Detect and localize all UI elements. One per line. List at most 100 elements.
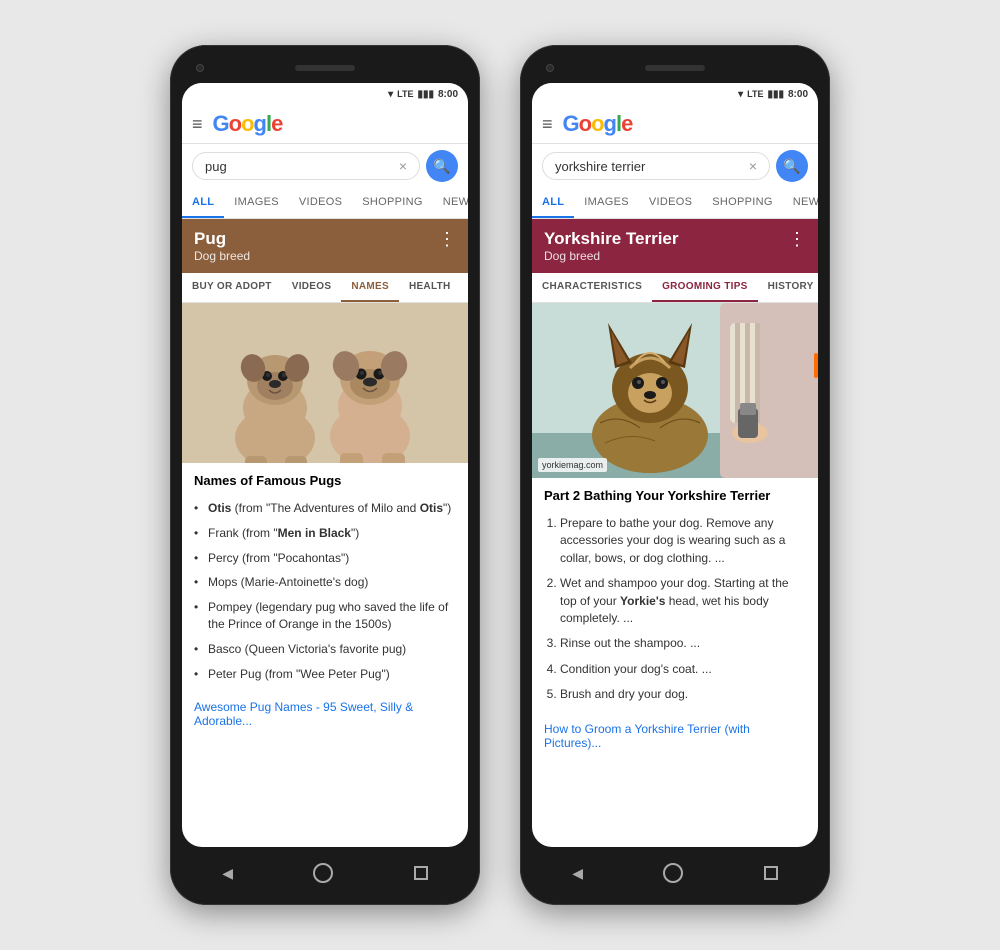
list-item: Mops (Marie-Antoinette's dog) xyxy=(194,570,456,595)
scroll-indicator-2 xyxy=(814,353,818,378)
main-tabs-1: ALL IMAGES VIDEOS SHOPPING NEWS MA xyxy=(182,188,468,219)
recents-button-1[interactable] xyxy=(414,866,428,880)
phone-2-camera xyxy=(546,64,554,72)
tab-images-1[interactable]: IMAGES xyxy=(224,188,289,218)
phone-1: ▾ LTE ▮▮▮ 8:00 ≡ Google pug × xyxy=(170,45,480,905)
kp-tab-health-1[interactable]: HEALTH xyxy=(399,273,461,302)
bottom-link-2[interactable]: How to Groom a Yorkshire Terrier (with P… xyxy=(532,718,818,754)
names-list: Otis (from "The Adventures of Milo and O… xyxy=(194,496,456,686)
names-section-title: Names of Famous Pugs xyxy=(194,473,456,488)
search-bar-2: yorkshire terrier × 🔍 xyxy=(532,144,818,188)
search-query-2: yorkshire terrier xyxy=(555,159,645,174)
status-bar-1: ▾ LTE ▮▮▮ 8:00 xyxy=(182,83,468,105)
kp-title-2: Yorkshire Terrier xyxy=(544,229,679,249)
time-2: 8:00 xyxy=(788,89,808,100)
list-item: Pompey (legendary pug who saved the life… xyxy=(194,595,456,637)
google-header-2: ≡ Google xyxy=(532,105,818,144)
names-section: Names of Famous Pugs Otis (from "The Adv… xyxy=(182,463,468,696)
kp-tab-buy-1[interactable]: BUY OR ADOPT xyxy=(182,273,282,302)
phone-2-top-bar xyxy=(532,57,818,79)
google-header-1: ≡ Google xyxy=(182,105,468,144)
kp-tab-videos-1[interactable]: VIDEOS xyxy=(282,273,342,302)
home-button-1[interactable] xyxy=(313,863,333,883)
kp-tab-names-1[interactable]: NAMES xyxy=(341,273,399,302)
search-query-1: pug xyxy=(205,159,227,174)
search-button-2[interactable]: 🔍 xyxy=(776,150,808,182)
hamburger-icon-2[interactable]: ≡ xyxy=(542,114,553,135)
back-button-2[interactable]: ◀ xyxy=(572,865,583,882)
kp-info-2: Yorkshire Terrier Dog breed xyxy=(544,229,679,263)
search-icon-1: 🔍 xyxy=(433,158,450,175)
tab-videos-1[interactable]: VIDEOS xyxy=(289,188,352,218)
phone-2-speaker xyxy=(645,65,705,71)
list-item: Condition your dog's coat. ... xyxy=(560,657,806,682)
search-bar-1: pug × 🔍 xyxy=(182,144,468,188)
back-button-1[interactable]: ◀ xyxy=(222,865,233,882)
list-item: Rinse out the shampoo. ... xyxy=(560,631,806,656)
tab-shopping-2[interactable]: SHOPPING xyxy=(702,188,782,218)
kp-header-2: Yorkshire Terrier Dog breed ⋮ xyxy=(532,219,818,273)
bottom-link-1[interactable]: Awesome Pug Names - 95 Sweet, Silly & Ad… xyxy=(182,696,468,732)
kp-tabs-1: BUY OR ADOPT VIDEOS NAMES HEALTH HOW TO … xyxy=(182,273,468,303)
recents-button-2[interactable] xyxy=(764,866,778,880)
phone-1-speaker xyxy=(295,65,355,71)
tab-all-2[interactable]: ALL xyxy=(532,188,574,218)
phone-2-screen: ▾ LTE ▮▮▮ 8:00 ≡ Google yorkshire terrie… xyxy=(532,83,818,847)
tab-all-1[interactable]: ALL xyxy=(182,188,224,218)
lte-label-2: LTE xyxy=(747,89,763,99)
tab-videos-2[interactable]: VIDEOS xyxy=(639,188,702,218)
search-icon-2: 🔍 xyxy=(783,158,800,175)
google-logo-1: Google xyxy=(213,111,283,137)
clear-icon-1[interactable]: × xyxy=(399,158,407,174)
battery-icon-1: ▮▮▮ xyxy=(417,89,434,100)
list-item: Brush and dry your dog. xyxy=(560,682,806,707)
list-item: Peter Pug (from "Wee Peter Pug") xyxy=(194,662,456,687)
lte-label-1: LTE xyxy=(397,89,413,99)
list-item: Prepare to bathe your dog. Remove any ac… xyxy=(560,511,806,571)
home-button-2[interactable] xyxy=(663,863,683,883)
kp-subtitle-2: Dog breed xyxy=(544,249,679,263)
steps-list: Prepare to bathe your dog. Remove any ac… xyxy=(544,511,806,708)
wifi-icon-2: ▾ xyxy=(738,89,743,100)
grooming-title: Part 2 Bathing Your Yorkshire Terrier xyxy=(544,488,806,503)
image-caption-2: yorkiemag.com xyxy=(538,458,607,472)
kp-tab-history-2[interactable]: HISTORY xyxy=(758,273,818,302)
list-item: Basco (Queen Victoria's favorite pug) xyxy=(194,637,456,662)
status-icons-1: ▾ LTE ▮▮▮ 8:00 xyxy=(388,89,458,100)
search-button-1[interactable]: 🔍 xyxy=(426,150,458,182)
kp-tab-char-2[interactable]: CHARACTERISTICS xyxy=(532,273,652,302)
main-tabs-2: ALL IMAGES VIDEOS SHOPPING NEWS MA xyxy=(532,188,818,219)
battery-icon-2: ▮▮▮ xyxy=(767,89,784,100)
status-icons-2: ▾ LTE ▮▮▮ 8:00 xyxy=(738,89,808,100)
phone-1-top-bar xyxy=(182,57,468,79)
hamburger-icon-1[interactable]: ≡ xyxy=(192,114,203,135)
search-input-container-1[interactable]: pug × xyxy=(192,152,420,180)
yorkie-svg xyxy=(532,303,818,478)
tab-images-2[interactable]: IMAGES xyxy=(574,188,639,218)
google-logo-2: Google xyxy=(563,111,633,137)
list-item: Otis (from "The Adventures of Milo and O… xyxy=(194,496,456,521)
pug-svg xyxy=(185,308,465,463)
tab-news-2[interactable]: NEWS xyxy=(783,188,818,218)
status-bar-2: ▾ LTE ▮▮▮ 8:00 xyxy=(532,83,818,105)
yorkie-image-area: yorkiemag.com xyxy=(532,303,818,478)
kp-tab-grooming-2[interactable]: GROOMING TIPS xyxy=(652,273,758,302)
list-item: Frank (from "Men in Black") xyxy=(194,521,456,546)
kp-menu-icon-2[interactable]: ⋮ xyxy=(788,229,806,250)
clear-icon-2[interactable]: × xyxy=(749,158,757,174)
kp-tabs-2: CHARACTERISTICS GROOMING TIPS HISTORY SI… xyxy=(532,273,818,303)
search-input-container-2[interactable]: yorkshire terrier × xyxy=(542,152,770,180)
phone-1-camera xyxy=(196,64,204,72)
tab-shopping-1[interactable]: SHOPPING xyxy=(352,188,432,218)
phone-2: ▾ LTE ▮▮▮ 8:00 ≡ Google yorkshire terrie… xyxy=(520,45,830,905)
tab-news-1[interactable]: NEWS xyxy=(433,188,468,218)
list-item: Wet and shampoo your dog. Starting at th… xyxy=(560,571,806,631)
pug-image-area xyxy=(182,303,468,463)
kp-title-1: Pug xyxy=(194,229,250,249)
grooming-section: Part 2 Bathing Your Yorkshire Terrier Pr… xyxy=(532,478,818,718)
kp-tab-train-1[interactable]: HOW TO TRAIN xyxy=(461,273,468,302)
phone-1-bottom-nav: ◀ xyxy=(182,853,468,893)
time-1: 8:00 xyxy=(438,89,458,100)
kp-menu-icon-1[interactable]: ⋮ xyxy=(438,229,456,250)
list-item: Percy (from "Pocahontas") xyxy=(194,546,456,571)
